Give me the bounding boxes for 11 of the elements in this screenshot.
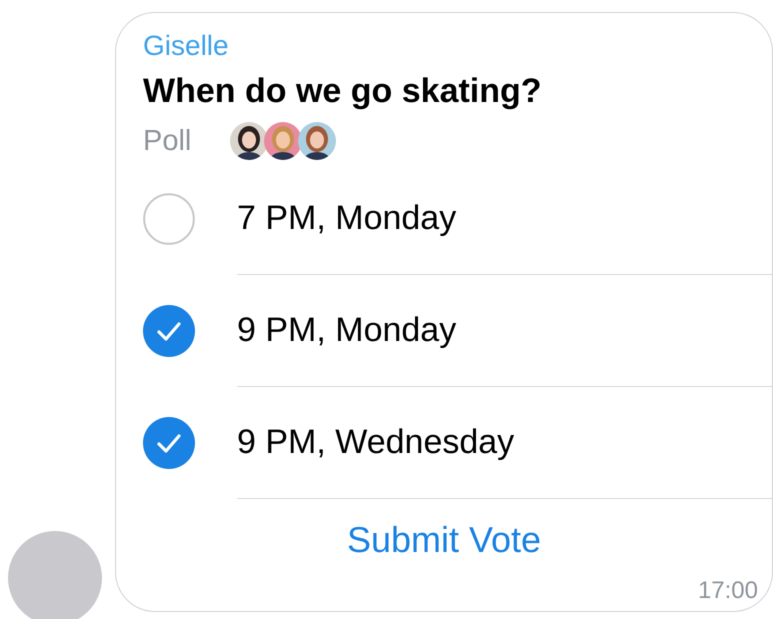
poll-option[interactable]: 9 PM, Wednesday (237, 387, 772, 499)
poll-label: Poll (143, 124, 192, 158)
checked-radio-icon[interactable] (143, 305, 195, 357)
poll-option[interactable]: 7 PM, Monday (237, 163, 772, 275)
message-time: 17:00 (698, 577, 758, 605)
checked-radio-icon[interactable] (143, 417, 195, 469)
radio-icon[interactable] (143, 193, 195, 245)
sender-name: Giselle (143, 29, 230, 63)
submit-vote-button[interactable]: Submit Vote (346, 519, 542, 561)
poll-question: When do we go skating? (143, 71, 543, 112)
poll-option[interactable]: 9 PM, Monday (237, 275, 772, 387)
